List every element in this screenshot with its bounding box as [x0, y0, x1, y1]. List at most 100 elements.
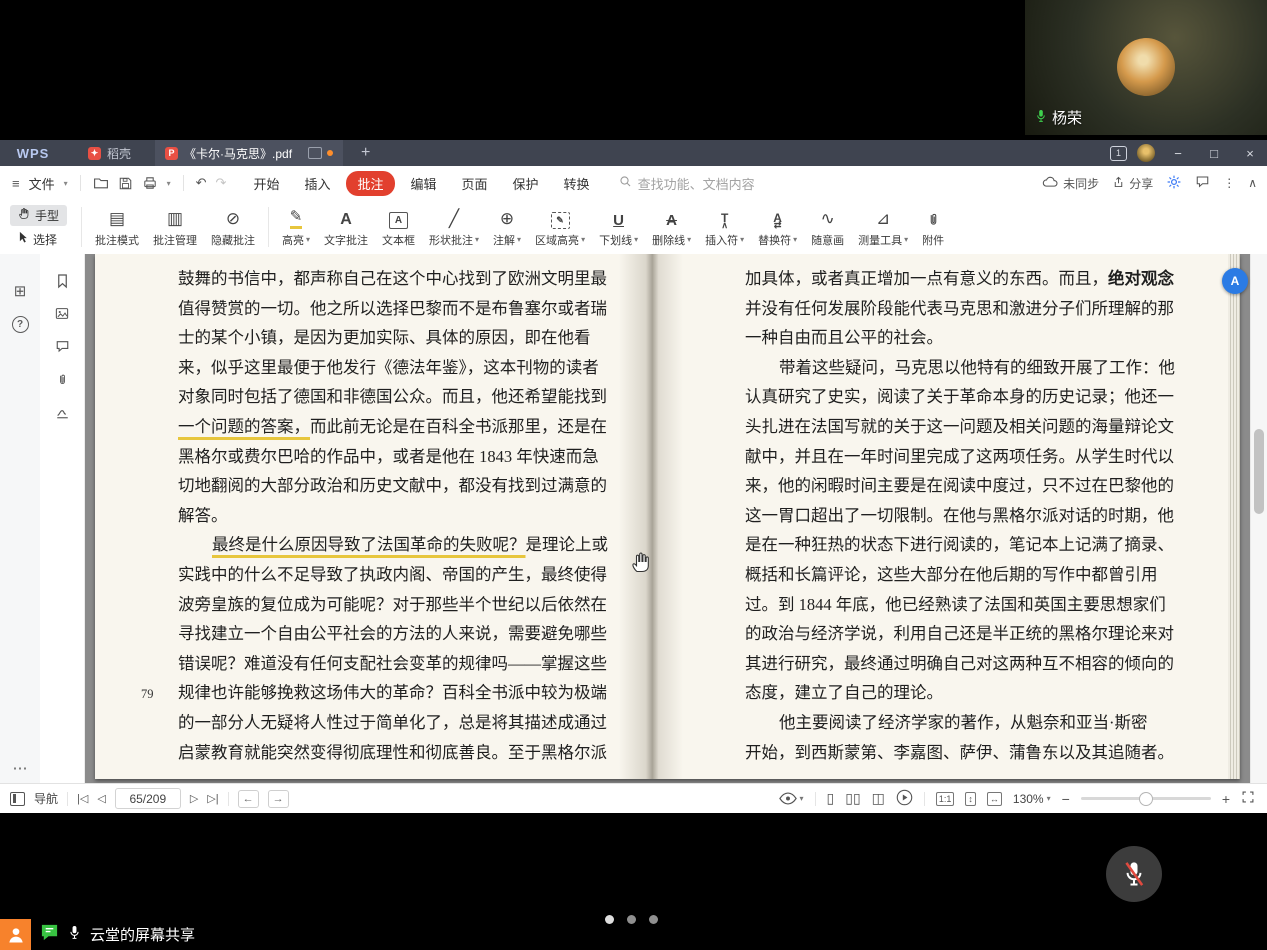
prev-page-button[interactable]: ◁: [97, 792, 105, 805]
menu-tab-protect[interactable]: 保护: [504, 171, 548, 196]
slideshow-play-button[interactable]: [896, 789, 913, 809]
redo-icon[interactable]: ↷: [216, 175, 227, 191]
note-button[interactable]: ⊕ 注解▾: [486, 202, 528, 252]
presenter-icon[interactable]: [0, 919, 31, 950]
hamburger-icon[interactable]: ≡: [12, 176, 20, 191]
vertical-scrollbar[interactable]: [1250, 254, 1267, 783]
search-input[interactable]: 查找功能、文档内容: [619, 174, 755, 193]
print-icon[interactable]: [142, 175, 158, 191]
view-back-button[interactable]: ←: [238, 790, 259, 808]
navigation-panel-icon[interactable]: [10, 792, 25, 806]
attachments-panel-icon[interactable]: [40, 372, 84, 388]
participant-video[interactable]: 杨荣: [1025, 0, 1267, 135]
pdf-page-spread[interactable]: 鼓舞的书信中，都声称自己在这个中心找到了欧洲文明里最值得赞赏的一切。他之所以选择…: [95, 254, 1240, 779]
annotation-mode-button[interactable]: ▤ 批注模式: [88, 202, 146, 252]
zoom-level-button[interactable]: 130%▾: [1013, 792, 1051, 806]
page-indicator[interactable]: 65/209: [115, 788, 181, 809]
share-mic-icon[interactable]: [68, 924, 81, 945]
apps-grid-icon[interactable]: ⊞: [0, 282, 40, 300]
comment-bubble-icon[interactable]: [1195, 174, 1210, 192]
fit-width-button[interactable]: ↔: [987, 792, 1002, 806]
hand-tool-button[interactable]: 手型: [10, 205, 67, 226]
doc-line: 其进行研究，最终通过明确自己对这两种互不相容的倾向的: [745, 649, 1175, 679]
minimize-button[interactable]: −: [1165, 146, 1191, 161]
highlight-button[interactable]: ✎ 高亮▾: [275, 202, 317, 252]
zoom-slider[interactable]: [1081, 797, 1211, 800]
caret-insert-button[interactable]: T∧ 插入符▾: [698, 202, 751, 252]
measure-tool-button[interactable]: ⊿ 测量工具▾: [851, 202, 915, 252]
double-page-button[interactable]: ▯▯: [845, 790, 860, 807]
text-annotation-button[interactable]: A 文字批注: [317, 202, 375, 252]
attachment-button[interactable]: 附件: [915, 202, 951, 252]
area-highlight-button[interactable]: ✎ 区域高亮▾: [528, 202, 592, 252]
maximize-button[interactable]: □: [1201, 146, 1227, 161]
hide-annotations-button[interactable]: ⊘ 隐藏批注: [204, 202, 262, 252]
actual-size-button[interactable]: 1:1: [936, 792, 955, 806]
undo-icon[interactable]: ↶: [196, 175, 207, 191]
account-avatar[interactable]: [1137, 144, 1155, 162]
caret-replace-button[interactable]: A⇄ 替换符▾: [751, 202, 804, 252]
menu-tab-annotate[interactable]: 批注: [346, 171, 394, 196]
navigation-label[interactable]: 导航: [34, 790, 58, 807]
tab-docer[interactable]: ✦ 稻壳: [78, 140, 141, 166]
book-view-button[interactable]: ◫: [872, 790, 885, 807]
unsaved-dot-icon: [327, 150, 333, 156]
wps-logo[interactable]: WPS: [0, 146, 66, 161]
print-chevron-icon[interactable]: ▾: [167, 179, 171, 188]
comments-panel-icon[interactable]: [40, 339, 84, 354]
hand-icon: [18, 207, 30, 223]
save-icon[interactable]: [118, 176, 133, 191]
next-page-button[interactable]: ▷: [190, 792, 198, 805]
new-tab-button[interactable]: +: [361, 144, 370, 162]
freehand-draw-button[interactable]: ∿ 随意画: [804, 202, 851, 252]
share-icon: [1112, 175, 1125, 192]
last-page-button[interactable]: ▷|: [207, 792, 218, 805]
strikethrough-button[interactable]: A 删除线▾: [645, 202, 698, 252]
collapse-ribbon-icon[interactable]: ∧: [1248, 176, 1257, 190]
page-dot[interactable]: [605, 915, 614, 924]
menu-tab-home[interactable]: 开始: [244, 171, 288, 196]
fit-height-button[interactable]: ↕: [965, 792, 976, 806]
page-dot[interactable]: [627, 915, 636, 924]
settings-gear-icon[interactable]: [1166, 174, 1182, 193]
doc-line: 的一部分人无疑将人性过于简单化了，总是将其描述成通过: [178, 708, 608, 738]
page-dot[interactable]: [649, 915, 658, 924]
menu-tab-edit[interactable]: 编辑: [402, 171, 446, 196]
pagination-dots[interactable]: [605, 915, 658, 924]
zoom-slider-knob[interactable]: [1139, 792, 1153, 806]
chat-icon[interactable]: [40, 923, 59, 946]
sync-status-button[interactable]: 未同步: [1042, 175, 1099, 192]
more-menu-icon[interactable]: ⋮: [1223, 176, 1235, 190]
read-mode-button[interactable]: ▾: [779, 792, 804, 805]
more-tools-icon[interactable]: ⋯: [0, 759, 40, 777]
open-folder-icon[interactable]: [93, 175, 109, 191]
close-button[interactable]: ×: [1237, 146, 1263, 161]
menu-tab-convert[interactable]: 转换: [555, 171, 599, 196]
doc-line: 这一胃口超出了一切限制。在他与黑格尔派对话的时期，他: [745, 501, 1175, 531]
file-menu[interactable]: 文件: [29, 174, 55, 193]
view-forward-button[interactable]: →: [268, 790, 289, 808]
scrollbar-thumb[interactable]: [1254, 429, 1264, 514]
fullscreen-button[interactable]: [1241, 790, 1255, 807]
underline-button[interactable]: U 下划线▾: [592, 202, 645, 252]
zoom-out-button[interactable]: −: [1062, 791, 1070, 807]
single-page-button[interactable]: ▯: [827, 790, 835, 807]
annotation-manager-button[interactable]: ▥ 批注管理: [146, 202, 204, 252]
shape-annotation-button[interactable]: ╱ 形状批注▾: [422, 202, 486, 252]
signature-panel-icon[interactable]: [40, 405, 84, 420]
tab-document[interactable]: P 《卡尔·马克思》.pdf: [155, 140, 343, 166]
menu-tab-insert[interactable]: 插入: [295, 171, 339, 196]
thumbnail-icon[interactable]: [40, 306, 84, 321]
share-button[interactable]: 分享: [1112, 175, 1153, 192]
mic-muted-button[interactable]: [1106, 846, 1162, 902]
bookmark-icon[interactable]: [40, 273, 84, 289]
first-page-button[interactable]: |◁: [77, 792, 88, 805]
help-icon[interactable]: ?: [0, 316, 40, 333]
floating-translate-button[interactable]: A: [1222, 268, 1248, 294]
menu-tab-page[interactable]: 页面: [453, 171, 497, 196]
window-count-button[interactable]: 1: [1110, 146, 1127, 161]
annotation-mode-icon: ▤: [109, 207, 125, 229]
zoom-in-button[interactable]: +: [1222, 791, 1230, 807]
select-tool-button[interactable]: 选择: [10, 229, 67, 250]
text-box-button[interactable]: A 文本框: [375, 202, 422, 252]
